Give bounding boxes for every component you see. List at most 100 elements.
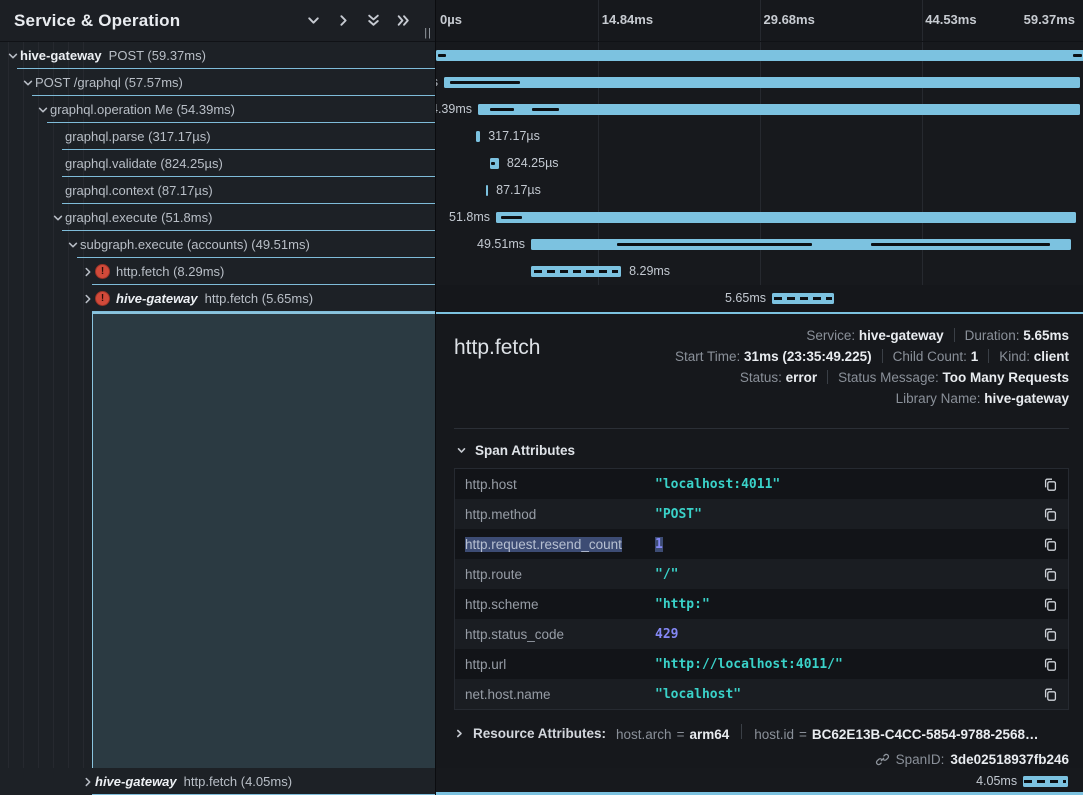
timeline-row xyxy=(436,42,1083,69)
span-bar[interactable] xyxy=(531,239,1071,250)
timeline-row: 87.17µs xyxy=(436,177,1083,204)
chevron-down-icon[interactable] xyxy=(36,103,50,117)
chevron-right-icon[interactable] xyxy=(336,13,351,28)
operation-label: graphql.parse (317.17µs) xyxy=(65,129,211,144)
chevron-down-icon[interactable] xyxy=(21,76,35,90)
chevron-down-icon[interactable] xyxy=(6,49,20,63)
timeline-row: 317.17µs xyxy=(436,123,1083,150)
operation-label: http.fetch (4.05ms) xyxy=(184,774,292,789)
attribute-value: "/" xyxy=(655,567,1040,582)
span-detail-panel: http.fetch Service: hive-gatewayDuration… xyxy=(436,312,1083,768)
span-bar[interactable] xyxy=(444,77,1080,88)
attribute-key: http.status_code xyxy=(465,627,655,642)
span-id-label: SpanID: xyxy=(896,752,945,767)
span-duration-label: 5.65ms xyxy=(725,285,766,312)
copy-icon[interactable] xyxy=(1040,627,1058,642)
copy-icon[interactable] xyxy=(1040,537,1058,552)
copy-icon[interactable] xyxy=(1040,687,1058,702)
chevron-right-icon[interactable] xyxy=(81,775,95,789)
error-icon: ! xyxy=(95,291,110,306)
attribute-key: http.scheme xyxy=(465,597,655,612)
span-attributes-header[interactable]: Span Attributes xyxy=(456,443,1069,458)
copy-icon[interactable] xyxy=(1040,477,1058,492)
copy-icon[interactable] xyxy=(1040,567,1058,582)
axis-tick: 14.84ms xyxy=(602,12,653,27)
meta-label: Child Count: xyxy=(893,349,971,364)
meta-label: Status Message: xyxy=(838,370,942,385)
span-tree-row[interactable]: graphql.context (87.17µs) xyxy=(0,177,435,204)
timeline-row: 824.25µs xyxy=(436,150,1083,177)
span-duration-label: 54.39ms xyxy=(436,96,472,123)
timeline-panel: 0µs14.84ms29.68ms44.53ms59.37ms 57.57ms5… xyxy=(435,0,1083,795)
span-bar[interactable] xyxy=(490,158,499,169)
span-bar[interactable] xyxy=(486,185,488,196)
timeline-rows: 57.57ms54.39ms317.17µs824.25µs87.17µs51.… xyxy=(436,42,1083,312)
span-tree-row[interactable]: hive-gatewayPOST (59.37ms) xyxy=(0,42,435,69)
service-name: hive-gateway xyxy=(95,774,177,789)
attribute-key: http.host xyxy=(465,477,655,492)
operation-label: subgraph.execute (accounts) (49.51ms) xyxy=(80,237,310,252)
attribute-value: "POST" xyxy=(655,507,1040,522)
span-duration-label: 87.17µs xyxy=(496,177,541,204)
span-tree-row[interactable]: !http.fetch (8.29ms) xyxy=(0,258,435,285)
meta-label: Duration: xyxy=(965,328,1024,343)
operation-label: graphql.validate (824.25µs) xyxy=(65,156,223,171)
operation-label: POST /graphql (57.57ms) xyxy=(35,75,183,90)
resource-value: BC62E13B-C4CC-5854-9788-2568… xyxy=(812,727,1039,742)
timeline-row: 57.57ms xyxy=(436,69,1083,96)
attribute-value: 429 xyxy=(655,627,1040,642)
span-bar[interactable] xyxy=(772,293,834,304)
meta-value: 5.65ms xyxy=(1023,328,1069,343)
chevron-down-icon[interactable] xyxy=(306,13,321,28)
span-tree-row[interactable]: graphql.operation Me (54.39ms) xyxy=(0,96,435,123)
divider xyxy=(954,328,955,342)
attribute-row: http.route"/" xyxy=(455,559,1068,589)
span-duration-label: 57.57ms xyxy=(436,69,438,96)
span-duration-label: 4.05ms xyxy=(976,768,1017,795)
trace-viewer: Service & Operation || hive-gatewayPOST … xyxy=(0,0,1083,795)
meta-value: error xyxy=(786,370,818,385)
span-bar[interactable] xyxy=(496,212,1076,223)
span-bar[interactable] xyxy=(1023,776,1068,787)
span-tree-row[interactable]: hive-gateway http.fetch (4.05ms) xyxy=(0,768,435,795)
chevron-right-icon[interactable] xyxy=(81,292,95,306)
resource-attributes-header[interactable]: Resource Attributes: xyxy=(473,726,606,741)
copy-icon[interactable] xyxy=(1040,507,1058,522)
span-meta-line: Status: errorStatus Message: Too Many Re… xyxy=(540,370,1069,385)
span-tree-row[interactable]: graphql.execute (51.8ms) xyxy=(0,204,435,231)
service-name: hive-gateway xyxy=(20,48,102,63)
panel-resize-handle[interactable]: || xyxy=(424,27,432,39)
span-tree-row[interactable]: graphql.validate (824.25µs) xyxy=(0,150,435,177)
chevron-down-icon[interactable] xyxy=(51,211,65,225)
copy-icon[interactable] xyxy=(1040,597,1058,612)
meta-value: client xyxy=(1034,349,1069,364)
span-bar[interactable] xyxy=(476,131,480,142)
attribute-value: "http://localhost:4011/" xyxy=(655,657,1040,672)
timeline-row: 4.05ms xyxy=(436,768,1083,795)
span-tree-row[interactable]: subgraph.execute (accounts) (49.51ms) xyxy=(0,231,435,258)
span-tree-row[interactable]: graphql.parse (317.17µs) xyxy=(0,123,435,150)
chevrons-right-icon[interactable] xyxy=(396,13,411,28)
copy-icon[interactable] xyxy=(1040,657,1058,672)
chevron-right-icon[interactable] xyxy=(454,728,465,739)
chevron-right-icon[interactable] xyxy=(81,265,95,279)
resource-key: host.id xyxy=(754,727,794,742)
tree-header-title: Service & Operation xyxy=(14,11,306,31)
chevron-down-icon[interactable] xyxy=(66,238,80,252)
timeline-row: 54.39ms xyxy=(436,96,1083,123)
span-bar[interactable] xyxy=(436,50,1083,61)
chevrons-down-icon[interactable] xyxy=(366,13,381,28)
divider xyxy=(988,349,989,363)
span-bar[interactable] xyxy=(478,104,1080,115)
span-tree-row[interactable]: POST /graphql (57.57ms) xyxy=(0,69,435,96)
tree-header-actions xyxy=(306,13,411,28)
divider xyxy=(882,349,883,363)
span-bar[interactable] xyxy=(531,266,621,277)
span-meta-line: Service: hive-gatewayDuration: 5.65ms xyxy=(540,328,1069,343)
operation-label: http.fetch (8.29ms) xyxy=(116,264,224,279)
span-meta: Service: hive-gatewayDuration: 5.65ms Sta… xyxy=(540,328,1069,412)
span-tree-row[interactable]: !hive-gatewayhttp.fetch (5.65ms) xyxy=(0,285,435,312)
span-id-row: SpanID: 3de02518937fb246 xyxy=(454,752,1069,767)
span-meta-line: Start Time: 31ms (23:35:49.225)Child Cou… xyxy=(540,349,1069,364)
selected-span-expanded-region xyxy=(92,312,435,768)
